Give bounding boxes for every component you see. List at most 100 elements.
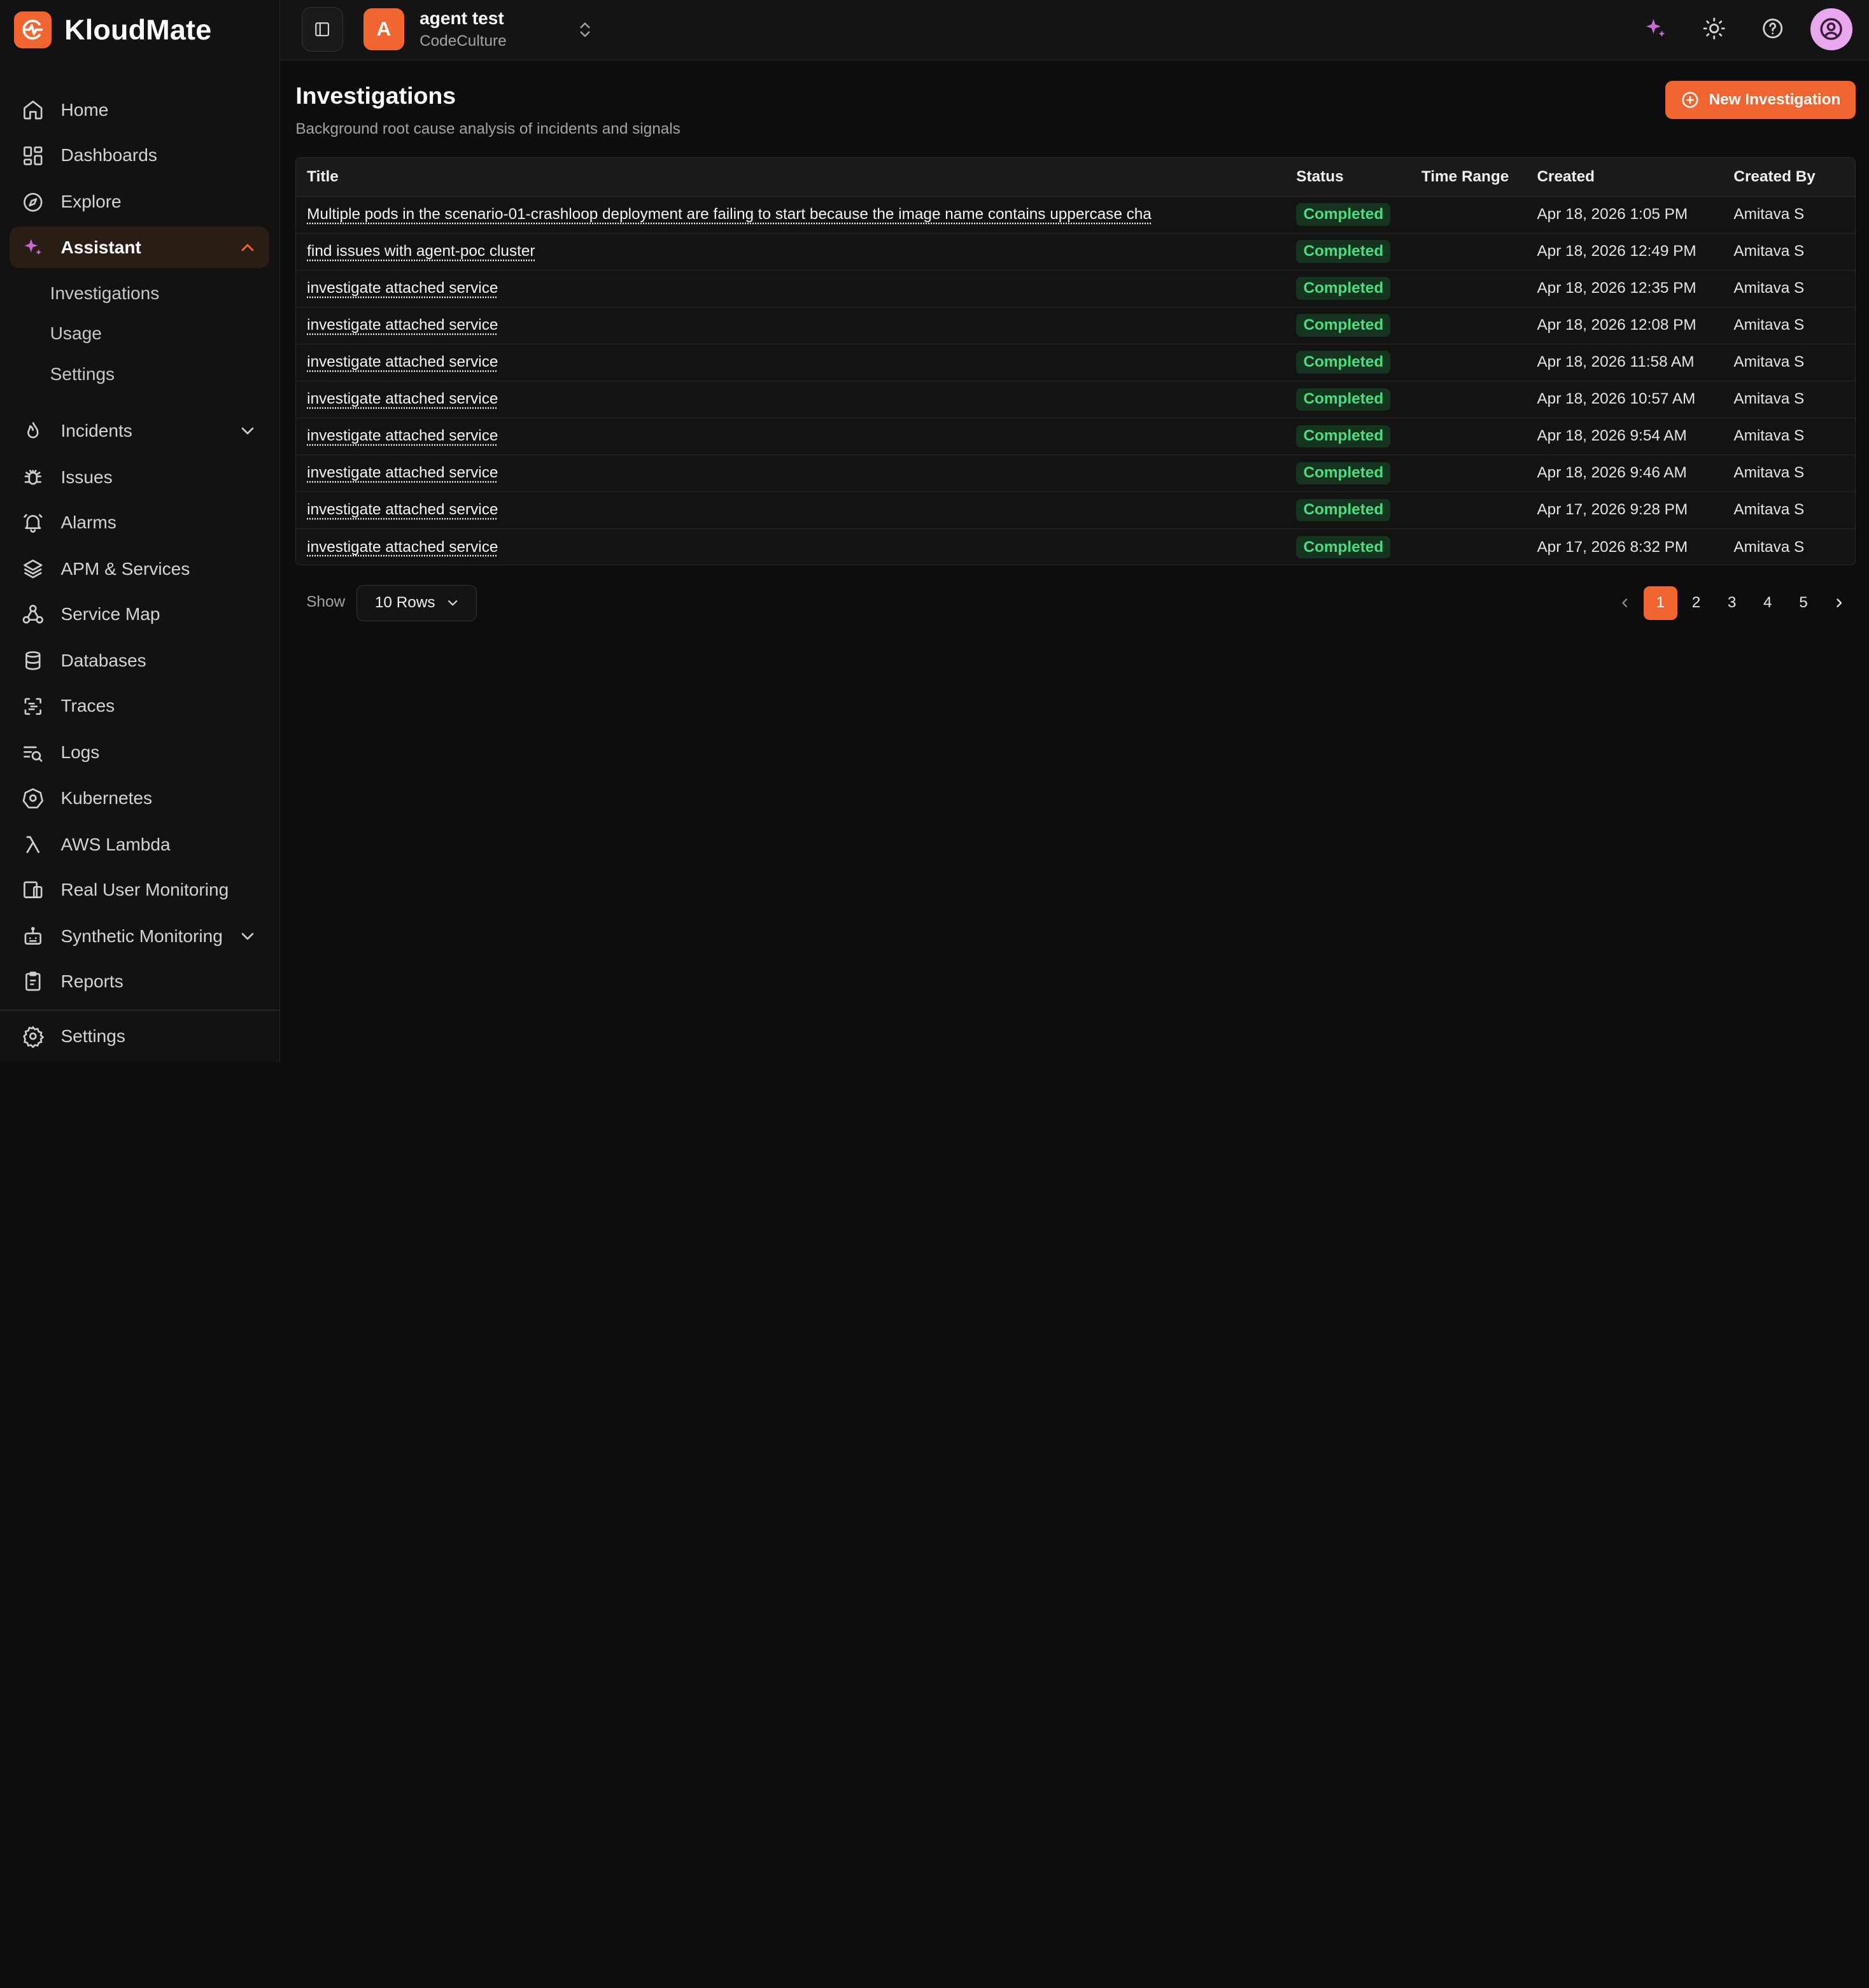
sidebar-item-home[interactable]: Home: [10, 89, 269, 131]
cell-time-range: [1411, 418, 1527, 455]
rows-per-page-select[interactable]: 10 Rows: [356, 585, 477, 621]
cell-created-by: Amitava S: [1723, 233, 1856, 271]
status-badge: Completed: [1296, 462, 1391, 485]
org-name[interactable]: agent test: [420, 8, 504, 29]
cell-created: Apr 18, 2026 1:05 PM: [1526, 196, 1723, 234]
investigation-title-link[interactable]: investigate attached service: [307, 316, 498, 334]
column-header-title[interactable]: Title: [296, 158, 1286, 197]
sidebar-item-issues[interactable]: Issues: [10, 456, 269, 498]
org-avatar[interactable]: A: [363, 8, 404, 50]
sidebar-panel-icon: [315, 22, 330, 36]
sidebar-item-assistant[interactable]: Assistant: [9, 226, 270, 269]
sidebar-subitem-usage[interactable]: Usage: [50, 320, 102, 348]
sidebar-item-dashboards[interactable]: Dashboards: [10, 135, 269, 177]
investigation-title-link[interactable]: find issues with agent-poc cluster: [307, 243, 535, 260]
cell-status: Completed: [1285, 418, 1411, 455]
investigation-title-link[interactable]: investigate attached service: [307, 279, 498, 297]
pagination-next-button[interactable]: [1823, 586, 1856, 619]
user-avatar[interactable]: [1810, 8, 1852, 50]
cell-title: investigate attached service: [296, 455, 1286, 492]
traces-icon: [24, 698, 41, 715]
pagination-page-3[interactable]: 3: [1715, 586, 1748, 619]
explore-icon: [23, 192, 43, 212]
investigation-title-link[interactable]: investigate attached service: [307, 390, 498, 407]
investigation-title-link[interactable]: investigate attached service: [307, 464, 498, 481]
sidebar-subitem-settings[interactable]: Settings: [50, 360, 115, 388]
investigation-title-link[interactable]: investigate attached service: [307, 539, 498, 556]
cell-status: Completed: [1285, 491, 1411, 529]
chevron-up-icon[interactable]: [237, 237, 258, 258]
cell-time-range: [1411, 196, 1527, 234]
help-button[interactable]: [1760, 15, 1786, 41]
cell-created: Apr 18, 2026 9:46 AM: [1526, 455, 1723, 492]
sidebar-item-traces[interactable]: Traces: [10, 686, 269, 728]
sidebar-subitem-investigations[interactable]: Investigations: [50, 279, 160, 307]
new-investigation-label: New Investigation: [1709, 91, 1841, 109]
sidebar-item-logs[interactable]: Logs: [10, 732, 269, 774]
cell-time-range: [1411, 491, 1527, 529]
sidebar-item-incidents[interactable]: Incidents: [10, 410, 269, 452]
table-row[interactable]: investigate attached service Completed Apr…: [296, 344, 1856, 381]
network-icon: [22, 605, 43, 624]
status-badge: Completed: [1296, 351, 1391, 374]
table-row[interactable]: investigate attached service Completed Apr…: [296, 528, 1855, 564]
sidebar-item-explore[interactable]: Explore: [10, 181, 269, 223]
table-row[interactable]: investigate attached service Completed Apr…: [296, 455, 1856, 492]
sidebar-item-aws-lambda[interactable]: AWS Lambda: [10, 824, 269, 866]
investigation-title-link[interactable]: investigate attached service: [307, 501, 498, 518]
table-row[interactable]: investigate attached service Completed Apr…: [296, 381, 1856, 418]
ai-sparkles-button[interactable]: [1642, 15, 1668, 41]
sidebar-item-label: Traces: [60, 696, 115, 716]
new-investigation-button[interactable]: New Investigation: [1665, 81, 1856, 120]
brand[interactable]: KloudMate: [14, 11, 211, 49]
cell-status: Completed: [1285, 307, 1411, 344]
status-badge: Completed: [1296, 314, 1391, 337]
pagination-page-2[interactable]: 2: [1679, 586, 1712, 619]
status-badge: Completed: [1296, 388, 1391, 411]
chevron-down-icon[interactable]: [237, 421, 258, 441]
cell-status: Completed: [1285, 528, 1411, 564]
sidebar-item-kubernetes[interactable]: Kubernetes: [10, 777, 269, 819]
sidebar-item-real-user-monitoring[interactable]: Real User Monitoring: [10, 869, 269, 911]
table-row[interactable]: Multiple pods in the scenario-01-crashlo…: [296, 196, 1856, 234]
table-row[interactable]: investigate attached service Completed Apr…: [296, 270, 1856, 307]
sidebar-item-synthetic-monitoring[interactable]: Synthetic Monitoring: [10, 915, 269, 957]
cell-created-by: Amitava S: [1733, 538, 1805, 556]
pagination-page-5[interactable]: 5: [1787, 586, 1820, 619]
sidebar-item-settings[interactable]: Settings: [10, 1015, 269, 1057]
kubernetes-icon: [22, 788, 43, 808]
chevron-down-icon[interactable]: [237, 926, 258, 947]
column-header-created[interactable]: Created: [1526, 158, 1723, 197]
column-header-status[interactable]: Status: [1285, 158, 1411, 197]
cell-created-by: Amitava S: [1723, 307, 1856, 344]
sidebar-item-apm-services[interactable]: APM & Services: [10, 548, 269, 590]
table-row[interactable]: investigate attached service Completed Apr…: [296, 307, 1856, 344]
column-header-created-by[interactable]: Created By: [1723, 158, 1856, 197]
pagination-prev-button[interactable]: [1608, 586, 1641, 619]
layers-icon: [23, 560, 43, 579]
cell-title: investigate attached service: [296, 528, 1285, 564]
status-badge: Completed: [1296, 425, 1391, 448]
sidebar-item-reports[interactable]: Reports: [10, 961, 269, 1003]
sidebar-item-label: Settings: [60, 1026, 125, 1047]
cell-created: Apr 18, 2026 12:35 PM: [1526, 270, 1723, 307]
investigation-title-link[interactable]: Multiple pods in the scenario-01-crashlo…: [307, 206, 1152, 223]
cell-status: Completed: [1285, 344, 1411, 381]
pagination-page-4[interactable]: 4: [1751, 586, 1784, 619]
table-row[interactable]: investigate attached service Completed Apr…: [296, 491, 1856, 529]
cell-created: Apr 17, 2026 8:32 PM: [1537, 538, 1688, 556]
sidebar-item-databases[interactable]: Databases: [10, 640, 269, 682]
theme-toggle-button[interactable]: [1701, 15, 1727, 41]
pagination-page-1[interactable]: 1: [1644, 586, 1677, 620]
investigation-title-link[interactable]: investigate attached service: [307, 427, 498, 444]
table-header-row: Title Status Time Range Created Created …: [296, 158, 1856, 197]
sidebar-item-label: APM & Services: [60, 559, 190, 579]
investigation-title-link[interactable]: investigate attached service: [307, 353, 498, 370]
column-header-time-range[interactable]: Time Range: [1411, 158, 1527, 197]
chevrons-up-down-icon[interactable]: [575, 18, 595, 41]
table-row[interactable]: investigate attached service Completed Apr…: [296, 418, 1856, 455]
sidebar-toggle-button[interactable]: [301, 7, 344, 52]
table-row[interactable]: find issues with agent-poc cluster Comple…: [296, 233, 1856, 271]
sidebar-item-service-map[interactable]: Service Map: [10, 593, 269, 635]
sidebar-item-alarms[interactable]: Alarms: [10, 502, 269, 544]
